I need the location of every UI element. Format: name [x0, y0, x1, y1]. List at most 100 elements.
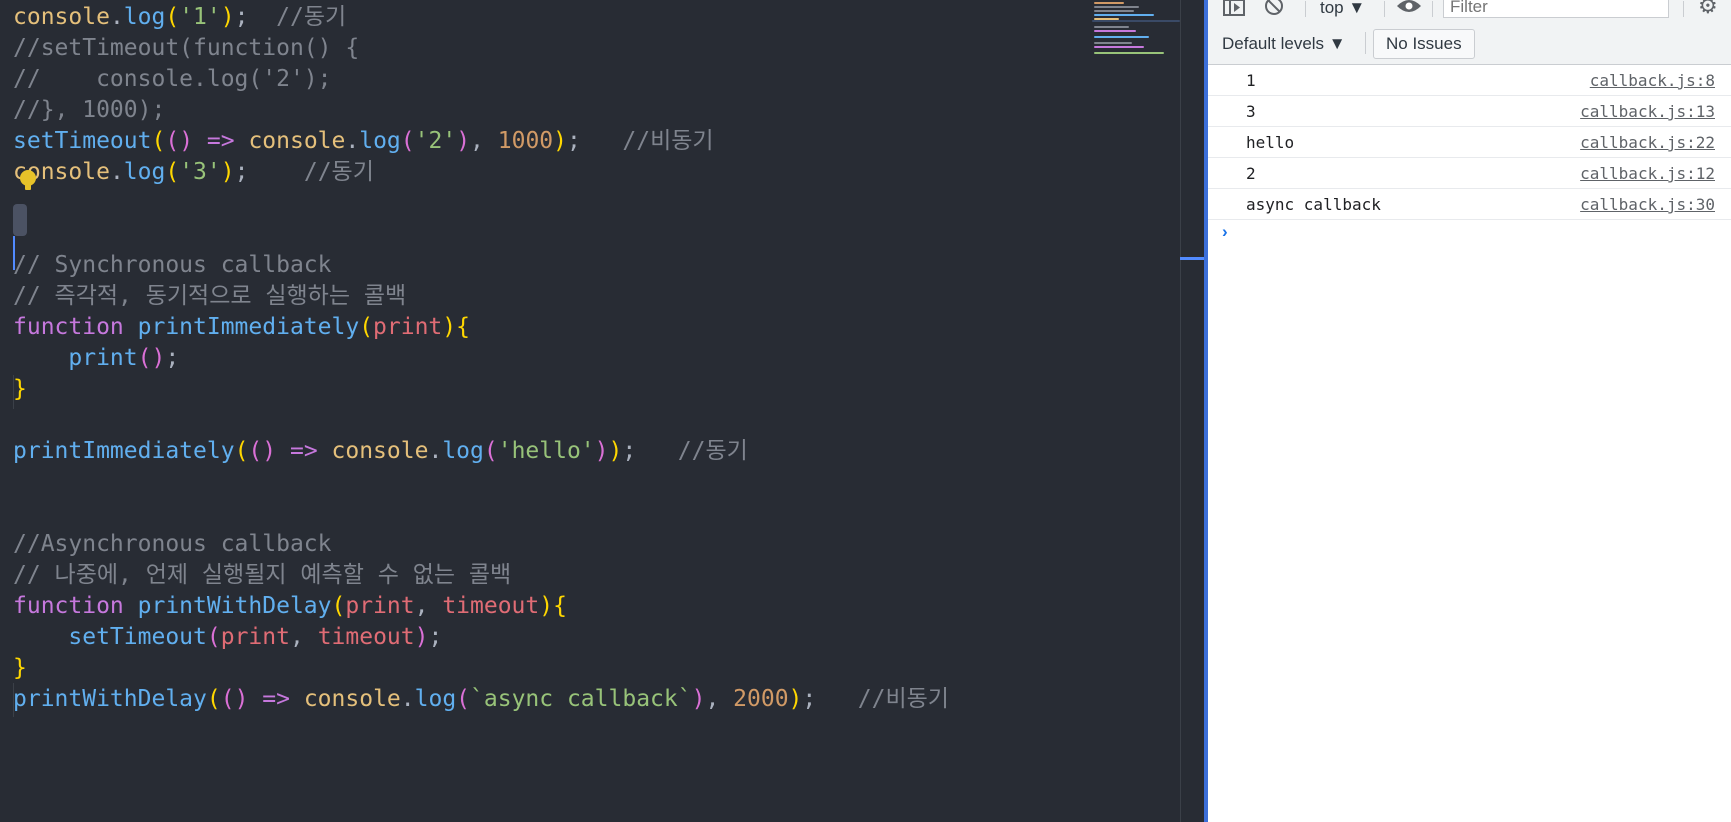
- code-token: (: [359, 314, 374, 340]
- code-token: print: [373, 314, 443, 340]
- code-line[interactable]: //Asynchronous callback: [13, 527, 332, 561]
- console-message-row[interactable]: hello callback.js:22: [1208, 127, 1731, 158]
- code-token: ;: [802, 686, 858, 712]
- code-line[interactable]: }: [13, 651, 27, 685]
- code-token: ): [220, 4, 235, 30]
- code-token: {: [553, 593, 567, 619]
- context-selector[interactable]: top ▼: [1320, 0, 1365, 18]
- code-line[interactable]: // Synchronous callback: [13, 248, 332, 282]
- code-token: log: [442, 438, 484, 464]
- code-token: ): [788, 686, 803, 712]
- code-token: console: [331, 438, 429, 464]
- console-prompt-row[interactable]: ›: [1208, 220, 1731, 246]
- filter-input[interactable]: [1443, 0, 1669, 18]
- code-token: .: [109, 4, 124, 30]
- code-token: ;: [428, 624, 443, 650]
- console-message-row[interactable]: 3 callback.js:13: [1208, 96, 1731, 127]
- sidebar-toggle-icon[interactable]: [1223, 0, 1245, 18]
- console-message-text: 1: [1246, 71, 1256, 90]
- code-line[interactable]: printImmediately(() => console.log('hell…: [13, 434, 748, 468]
- code-token: 2000: [733, 686, 789, 712]
- code-token: console: [13, 4, 110, 30]
- console-message-source-link[interactable]: callback.js:30: [1580, 195, 1715, 214]
- code-line[interactable]: print();: [13, 341, 179, 375]
- lightbulb-icon[interactable]: [20, 170, 36, 190]
- console-message-row[interactable]: 1 callback.js:8: [1208, 65, 1731, 96]
- code-line[interactable]: //}, 1000);: [13, 93, 165, 127]
- toolbar-separator: [1365, 32, 1366, 54]
- code-token: (: [400, 128, 415, 154]
- code-token: ): [594, 438, 609, 464]
- code-token: '3': [179, 159, 221, 185]
- code-line[interactable]: }: [13, 372, 27, 406]
- console-message-text: hello: [1246, 133, 1295, 152]
- code-token: =>: [193, 128, 249, 154]
- code-line[interactable]: setTimeout(print, timeout);: [13, 620, 442, 654]
- code-token: printWithDelay: [137, 593, 332, 619]
- code-token: function: [13, 314, 138, 340]
- console-message-source-link[interactable]: callback.js:8: [1590, 71, 1715, 90]
- code-token: .: [428, 438, 443, 464]
- code-token: //동기: [677, 438, 748, 464]
- editor-scrollbar[interactable]: [1180, 0, 1205, 822]
- toolbar-separator: [1305, 1, 1306, 17]
- code-token: ;: [622, 438, 678, 464]
- code-token: {: [456, 314, 471, 340]
- console-message-row[interactable]: 2 callback.js:12: [1208, 158, 1731, 189]
- code-line[interactable]: function printImmediately(print){: [13, 310, 470, 344]
- code-line[interactable]: printWithDelay(() => console.log(`async …: [13, 682, 949, 716]
- code-token: .: [400, 686, 415, 712]
- code-token: ,: [705, 686, 734, 712]
- log-levels-dropdown[interactable]: Default levels ▼: [1222, 34, 1346, 54]
- console-message-text: 2: [1246, 164, 1256, 183]
- code-token: (): [220, 686, 249, 712]
- code-token: ): [539, 593, 554, 619]
- live-expression-icon[interactable]: [1396, 0, 1422, 18]
- code-token: setTimeout: [68, 624, 207, 650]
- console-message-source-link[interactable]: callback.js:12: [1580, 164, 1715, 183]
- code-token: setTimeout: [13, 128, 152, 154]
- code-line[interactable]: setTimeout(() => console.log('2'), 1000)…: [13, 124, 714, 158]
- gear-icon[interactable]: ⚙: [1698, 0, 1718, 17]
- code-token: (: [151, 128, 166, 154]
- code-token: ;: [234, 159, 304, 185]
- code-token: (: [165, 159, 180, 185]
- code-line[interactable]: //setTimeout(function() {: [13, 31, 359, 65]
- console-message-row[interactable]: async callback callback.js:30: [1208, 189, 1731, 220]
- code-line[interactable]: // console.log('2');: [13, 62, 332, 96]
- console-toolbar: top ▼ ⚙: [1208, 0, 1731, 23]
- code-token: console: [303, 686, 401, 712]
- code-token: // 즉각적, 동기적으로 실행하는 콜백: [13, 283, 407, 309]
- code-token: ;: [567, 128, 623, 154]
- code-token: ,: [289, 624, 318, 650]
- code-token: print: [68, 345, 138, 371]
- code-token: (): [248, 438, 277, 464]
- indent-guide: [13, 375, 14, 409]
- code-line[interactable]: console.log('1'); //동기: [13, 0, 346, 34]
- code-editor[interactable]: console.log('1'); //동기//setTimeout(funct…: [0, 0, 1180, 822]
- code-token: log: [414, 686, 457, 712]
- clear-console-icon[interactable]: [1264, 0, 1284, 18]
- scroll-position-indicator: [1180, 257, 1204, 260]
- code-token: 1000: [497, 128, 554, 154]
- console-message-text: 3: [1246, 102, 1256, 121]
- console-message-source-link[interactable]: callback.js:13: [1580, 102, 1715, 121]
- devtools-console-panel: top ▼ ⚙ Default levels ▼ No Issues 1 call…: [1204, 0, 1731, 822]
- issues-button[interactable]: No Issues: [1373, 29, 1475, 59]
- console-message-source-link[interactable]: callback.js:22: [1580, 133, 1715, 152]
- code-token: ): [456, 128, 471, 154]
- code-token: (: [234, 438, 249, 464]
- code-line[interactable]: // 나중에, 언제 실행될지 예측할 수 없는 콜백: [13, 558, 511, 592]
- code-lines[interactable]: console.log('1'); //동기//setTimeout(funct…: [0, 0, 1095, 822]
- fold-marker[interactable]: [13, 204, 27, 236]
- code-line[interactable]: function printWithDelay(print, timeout){: [13, 589, 567, 623]
- code-line[interactable]: console.log('3'); //동기: [13, 155, 374, 189]
- code-token: printImmediately: [137, 314, 360, 340]
- code-token: console: [248, 128, 346, 154]
- minimap[interactable]: [1092, 0, 1180, 60]
- code-token: (: [206, 686, 221, 712]
- code-token: ): [414, 624, 429, 650]
- code-line[interactable]: // 즉각적, 동기적으로 실행하는 콜백: [13, 279, 406, 313]
